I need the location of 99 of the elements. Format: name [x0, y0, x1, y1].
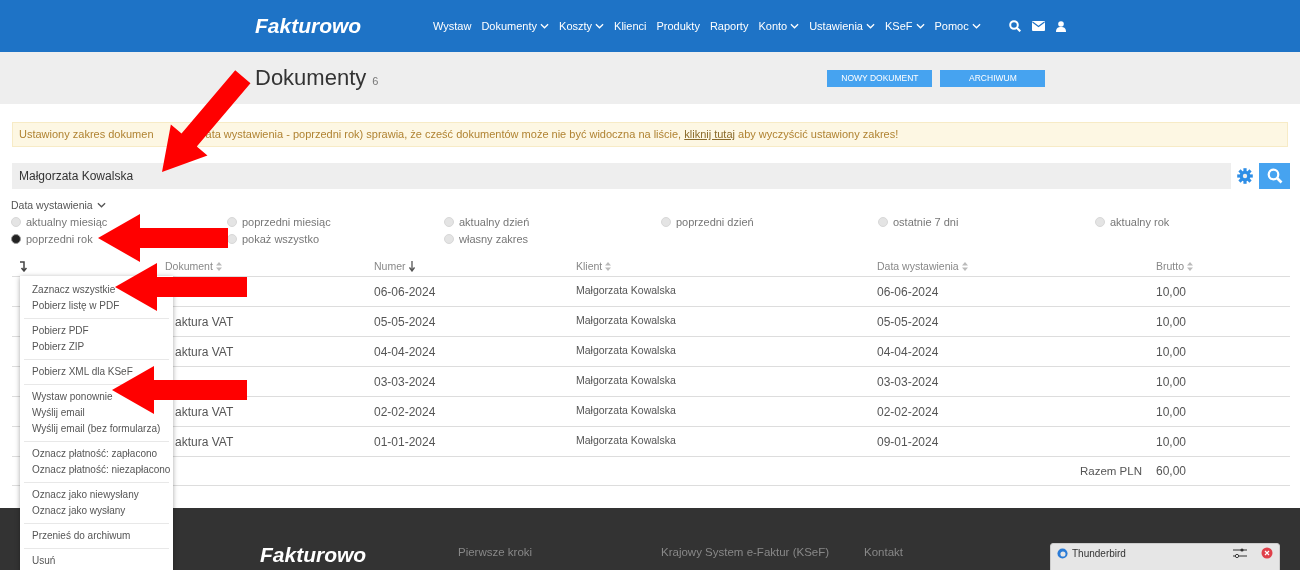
menu-item[interactable]: Przenieś do archiwum: [32, 530, 131, 541]
menu-item[interactable]: Oznacz jako wysłany: [32, 505, 126, 516]
table-cell-text: aktura VAT: [174, 404, 235, 419]
table-cell-text: 03-03-2024: [374, 374, 437, 389]
table-cell-text: 06-06-2024: [374, 284, 437, 299]
menu-item[interactable]: Oznacz płatność: niezapłacono: [32, 464, 171, 475]
nav-link[interactable]: Konto: [758, 20, 800, 32]
table-cell-text: Małgorzata Kowalska: [576, 313, 677, 326]
menu-item[interactable]: Pobierz ZIP: [32, 341, 85, 352]
total-value: 60,00: [1156, 464, 1188, 478]
radio-label[interactable]: aktualny dzień: [459, 216, 530, 228]
radio-label[interactable]: własny zakres: [459, 233, 529, 245]
table-cell-text: 05-05-2024: [374, 314, 437, 329]
menu-item[interactable]: Zaznacz wszystkie: [32, 284, 116, 295]
menu-item[interactable]: Pobierz XML dla KSeF: [32, 366, 133, 377]
footer-link[interactable]: Krajowy System e-Faktur (KSeF): [661, 546, 830, 558]
table-cell-text: 02-02-2024: [374, 404, 437, 419]
sort-icon[interactable]: [605, 261, 612, 271]
nav-link[interactable]: Pomoc: [934, 20, 981, 32]
page-title: Dokumenty: [255, 65, 367, 91]
radio-label[interactable]: poprzedni rok: [26, 233, 93, 245]
table-cell-text: Małgorzata Kowalska: [576, 433, 677, 446]
table-cell-text: 01-01-2024: [374, 434, 437, 449]
column-header[interactable]: Numer: [374, 260, 406, 272]
table-cell-text: 10,00: [1156, 284, 1188, 299]
table-cell-text: 10,00: [1156, 434, 1188, 449]
chevron-down-icon: [96, 202, 106, 208]
radio-label[interactable]: pokaż wszystko: [242, 233, 320, 245]
menu-item[interactable]: Pobierz PDF: [32, 325, 89, 336]
sliders-icon[interactable]: [1233, 548, 1247, 558]
search-button[interactable]: [1259, 163, 1290, 189]
footer-link[interactable]: Kontakt: [864, 546, 903, 558]
column-header[interactable]: Klient: [576, 260, 603, 272]
table-cell-text: 09-01-2024: [877, 434, 940, 449]
alert-message: Ustawiony zakres dokumen ata wystawienia - poprzedni rok) sprawia, że cześć dokumentów może nie być widoczna na liście, kliknij tutaj aby wyczyścić ustawiony zakres!: [12, 122, 1288, 147]
radio-label[interactable]: poprzedni dzień: [676, 216, 754, 228]
document-count: 6: [372, 75, 379, 87]
menu-item[interactable]: Wyślij email (bez formularza): [32, 423, 161, 434]
menu-item[interactable]: Oznacz jako niewysłany: [32, 489, 139, 500]
total-label: Razem PLN: [1080, 465, 1142, 477]
table-cell-text: 10,00: [1156, 344, 1188, 359]
table-cell-text: 10,00: [1156, 314, 1188, 329]
table-cell-text: Małgorzata Kowalska: [576, 403, 677, 416]
menu-item[interactable]: Pobierz listę w PDF: [32, 300, 120, 311]
column-header[interactable]: Brutto: [1156, 260, 1184, 272]
column-header[interactable]: Dokument: [165, 260, 213, 272]
table-cell-text: 06-06-2024: [877, 284, 940, 299]
table-cell-text: Małgorzata Kowalska: [576, 283, 677, 296]
nav-link[interactable]: Wystaw: [433, 20, 472, 32]
logo[interactable]: Fakturowo: [255, 14, 433, 38]
table-cell-text: 03-03-2024: [877, 374, 940, 389]
table-cell-text: 05-05-2024: [877, 314, 940, 329]
search-field[interactable]: Małgorzata Kowalska: [12, 163, 1231, 189]
table-cell-text: 04-04-2024: [374, 344, 437, 359]
notification-title: Thunderbird: [1072, 547, 1127, 559]
filter-toggle[interactable]: Data wystawienia: [11, 199, 106, 211]
nav-link[interactable]: Raporty: [709, 20, 749, 32]
search-icon[interactable]: [1008, 20, 1021, 32]
menu-item[interactable]: Oznacz płatność: zapłacono: [32, 448, 158, 459]
sort-icon[interactable]: [215, 261, 222, 271]
nav-link[interactable]: Ustawienia: [809, 20, 875, 32]
user-icon[interactable]: [1055, 20, 1066, 32]
close-icon[interactable]: [1261, 547, 1273, 559]
header-button[interactable]: ARCHIWUM: [940, 69, 1046, 87]
table-cell-text: Małgorzata Kowalska: [576, 343, 677, 356]
header-button[interactable]: NOWY DOKUMENT: [827, 69, 933, 87]
app-icon: [1057, 547, 1068, 559]
radio-button[interactable]: [11, 234, 21, 244]
menu-item[interactable]: Wystaw ponownie: [32, 391, 113, 402]
table-cell-text: 04-04-2024: [877, 344, 940, 359]
nav-link[interactable]: Klienci: [614, 20, 647, 32]
menu-item[interactable]: Wyślij email: [32, 407, 85, 418]
sort-icon[interactable]: [1187, 261, 1193, 271]
nav-link[interactable]: Produkty: [656, 20, 700, 32]
table-cell-text: 10,00: [1156, 374, 1188, 389]
clear-range-link[interactable]: kliknij tutaj: [684, 128, 735, 140]
sort-icon[interactable]: [961, 261, 968, 271]
column-header[interactable]: Data wystawienia: [877, 260, 959, 272]
radio-label[interactable]: aktualny miesiąc: [26, 216, 108, 228]
footer-logo[interactable]: Fakturowo: [260, 543, 458, 567]
table-cell-text: 02-02-2024: [877, 404, 940, 419]
table-cell-text: aktura VAT: [174, 344, 235, 359]
table-cell-text: Małgorzata Kowalska: [576, 373, 677, 386]
nav-link[interactable]: Koszty: [559, 20, 605, 32]
sort-down-icon[interactable]: [408, 260, 415, 272]
nav-link[interactable]: Dokumenty: [481, 20, 550, 32]
radio-label[interactable]: poprzedni miesiąc: [242, 216, 331, 228]
table-cell-text: aktura VAT: [174, 434, 235, 449]
settings-icon[interactable]: [1237, 168, 1253, 184]
footer-link[interactable]: Pierwsze kroki: [458, 546, 533, 558]
radio-label[interactable]: ostatnie 7 dni: [893, 216, 959, 228]
envelope-icon[interactable]: [1031, 21, 1045, 31]
nav-link[interactable]: KSeF: [885, 20, 925, 32]
bulk-actions-icon[interactable]: [19, 260, 27, 272]
menu-item[interactable]: Usuń: [32, 555, 56, 566]
radio-label[interactable]: aktualny rok: [1110, 216, 1170, 228]
search-icon: [1266, 168, 1283, 184]
table-cell-text: aktura VAT: [174, 314, 235, 329]
table-cell-text: 10,00: [1156, 404, 1188, 419]
